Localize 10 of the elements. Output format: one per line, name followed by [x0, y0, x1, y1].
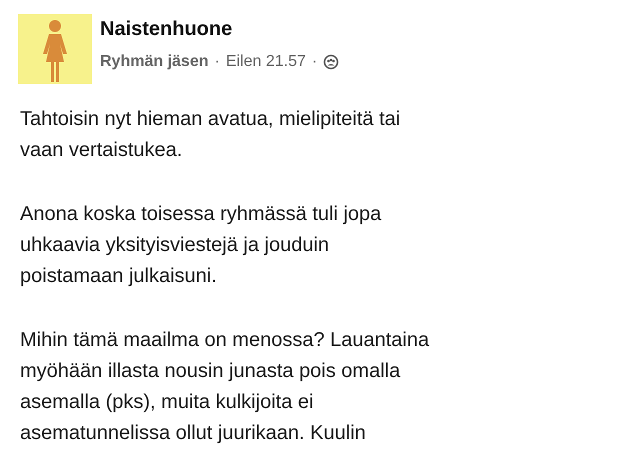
- separator: ·: [312, 53, 318, 71]
- group-avatar-icon[interactable]: [18, 14, 92, 84]
- author-role: Ryhmän jäsen: [100, 53, 208, 71]
- post-time[interactable]: Eilen 21.57: [226, 53, 306, 71]
- post-paragraph: Anona koska toisessa ryhmässä tuli jopa uhkaavia yksityisviestejä ja jouduin poistamaan julkaisuni.: [20, 202, 382, 289]
- separator: ·: [214, 53, 220, 71]
- post-paragraph: Mihin tämä maailma on menossa? Lauantaina myöhään illasta nousin junasta pois omalla asemalla (pks), muita kulkijoita ei asematunnelissa ollut juurikaan. Kuulin: [20, 328, 430, 446]
- group-icon: [323, 54, 340, 70]
- post-paragraph: Tahtoisin nyt hieman avatua, mielipiteitä tai vaan vertaistukea.: [20, 107, 402, 163]
- group-name[interactable]: Naistenhuone: [100, 18, 340, 41]
